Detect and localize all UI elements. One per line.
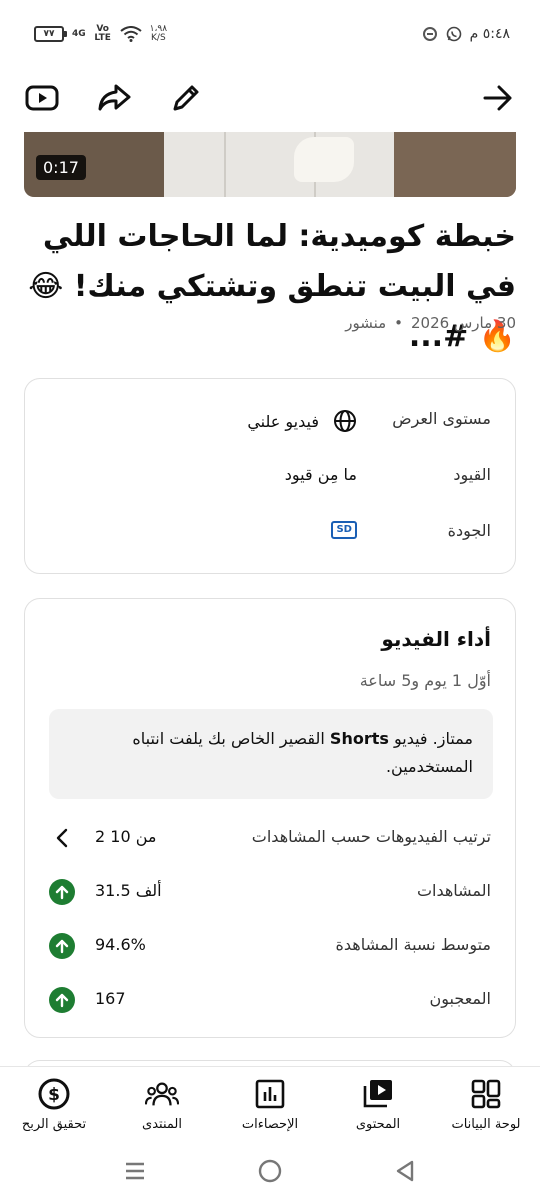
share-icon[interactable] (94, 78, 134, 118)
publish-status: منشور (345, 314, 387, 332)
nav-content[interactable]: المحتوى (324, 1067, 432, 1143)
video-meta: 30 مارس 2026 • منشور (345, 314, 516, 332)
nav-dashboard[interactable]: لوحة البيانات (432, 1067, 540, 1143)
thumbnail-shadow (394, 132, 516, 197)
community-icon (145, 1077, 179, 1111)
quality-value: SD (331, 521, 357, 539)
volte-label: Vo LTE (94, 24, 111, 43)
visibility-value-wrap: فيديو علني (247, 409, 357, 433)
note-text-1: ممتاز. فيديو (388, 729, 473, 748)
metric-value: 94.6% (95, 935, 146, 954)
recents-icon[interactable] (120, 1156, 150, 1186)
quality-label: الجودة (447, 521, 491, 540)
arrow-forward-icon[interactable] (478, 78, 518, 118)
performance-title: أداء الفيديو (381, 627, 491, 651)
nav-community[interactable]: المنتدى (108, 1067, 216, 1143)
status-left: ٧٧ 4G Vo LTE ١،٩٨ K/S (34, 25, 167, 43)
bottom-navigation: لوحة البيانات المحتوى الإحصاءات المنتدى … (0, 1066, 540, 1142)
note-shorts: Shorts (329, 729, 389, 748)
clock: ٥:٤٨ م (469, 26, 510, 42)
video-toolbar (0, 70, 540, 126)
performance-note: ممتاز. فيديو Shorts القصير الخاص بك يلفت… (49, 709, 493, 799)
video-details-card: مستوى العرض فيديو علني القيود ما مِن قيو… (24, 378, 516, 574)
chevron-left-icon[interactable] (49, 825, 75, 851)
home-icon[interactable] (255, 1156, 285, 1186)
nav-earn[interactable]: $ تحقيق الربح (0, 1067, 108, 1143)
nav-label: لوحة البيانات (451, 1117, 521, 1132)
svg-text:$: $ (48, 1085, 60, 1105)
trend-up-icon (49, 987, 75, 1013)
video-title: خبطة كوميدية: لما الحاجات اللي في البيت … (28, 219, 516, 354)
likes-row: المعجبون 167 (25, 985, 515, 1015)
youtube-icon[interactable] (22, 78, 62, 118)
restrictions-value: ما مِن قيود (284, 465, 357, 484)
performance-subtitle: أوّل 1 يوم و5 ساعة (359, 671, 491, 690)
nav-label: المنتدى (142, 1117, 182, 1132)
status-bar: ٧٧ 4G Vo LTE ١،٩٨ K/S ٥:٤٨ م (0, 0, 540, 68)
thumbnail-tile-line (224, 132, 226, 197)
speed-unit: K/S (151, 33, 166, 43)
restrictions-label: القيود (453, 465, 491, 484)
publish-date: 30 مارس 2026 (411, 314, 516, 332)
trend-up-icon (49, 933, 75, 959)
visibility-label: مستوى العرض (392, 409, 491, 428)
nav-label: تحقيق الربح (21, 1117, 87, 1132)
network-gen: 4G (72, 28, 86, 39)
ranking-row[interactable]: ترتيب الفيديوهات حسب المشاهدات 2 من 10 (25, 823, 515, 853)
network-speed: ١،٩٨ K/S (150, 25, 167, 43)
battery-icon: ٧٧ (34, 26, 67, 42)
visibility-value: فيديو علني (247, 411, 319, 431)
globe-icon (334, 410, 356, 432)
metric-value: 31.5 ألف (95, 881, 162, 900)
app-notification-icon (422, 27, 437, 41)
video-thumbnail[interactable] (24, 132, 516, 197)
system-navigation (0, 1142, 540, 1200)
metric-value: 2 من 10 (95, 827, 157, 846)
avg-percent-viewed-row: متوسط نسبة المشاهدة 94.6% (25, 931, 515, 961)
whatsapp-icon (446, 26, 461, 42)
metric-label: المشاهدات (416, 881, 491, 900)
nav-label: الإحصاءات (241, 1117, 299, 1132)
dashboard-icon (469, 1077, 503, 1111)
status-right: ٥:٤٨ م (422, 26, 510, 42)
views-row: المشاهدات 31.5 ألف (25, 877, 515, 907)
trend-up-icon (49, 879, 75, 905)
video-performance-card: أداء الفيديو أوّل 1 يوم و5 ساعة ممتاز. ف… (24, 598, 516, 1038)
metric-label: المعجبون (429, 989, 491, 1008)
wifi-icon (120, 26, 142, 42)
video-duration: 0:17 (36, 155, 86, 180)
analytics-icon (253, 1077, 287, 1111)
thumbnail-wall (164, 132, 394, 197)
thumbnail-tissue (294, 137, 354, 182)
content-icon (361, 1077, 395, 1111)
edit-icon[interactable] (166, 78, 206, 118)
metric-label: متوسط نسبة المشاهدة (335, 935, 492, 954)
nav-label: المحتوى (355, 1117, 401, 1132)
battery-level: ٧٧ (43, 29, 55, 39)
metric-label: ترتيب الفيديوهات حسب المشاهدات (251, 827, 491, 846)
back-icon[interactable] (390, 1156, 420, 1186)
earn-icon: $ (37, 1077, 71, 1111)
meta-separator: • (394, 314, 404, 332)
nav-analytics[interactable]: الإحصاءات (216, 1067, 324, 1143)
sd-badge-icon: SD (331, 521, 357, 539)
metric-value: 167 (95, 989, 126, 1008)
